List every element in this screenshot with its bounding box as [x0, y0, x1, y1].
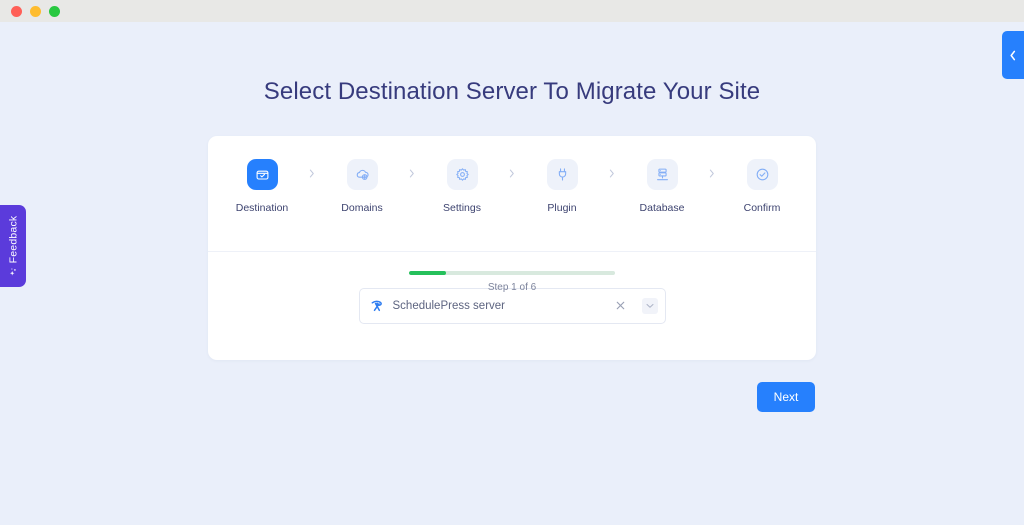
next-button[interactable]: Next: [757, 382, 815, 412]
step-domains[interactable]: Domains: [325, 159, 399, 214]
page-title: Select Destination Server To Migrate You…: [263, 78, 761, 105]
sidebar-collapse-tab[interactable]: [1002, 31, 1024, 79]
feedback-tab-label: Feedback: [7, 215, 19, 264]
wizard-progress: Step 1 of 6: [409, 271, 615, 293]
server-check-icon: [246, 159, 278, 190]
step-separator: [599, 159, 625, 178]
step-separator: [299, 159, 325, 178]
window-maximize-button[interactable]: [49, 5, 60, 17]
sparkle-icon: [9, 267, 18, 276]
step-label: Settings: [443, 202, 481, 214]
check-circle-icon: [746, 159, 778, 190]
progress-track: [409, 271, 615, 275]
step-separator: [499, 159, 525, 178]
cloud-globe-icon: [346, 159, 378, 190]
step-plugin[interactable]: Plugin: [525, 159, 599, 214]
window-close-button[interactable]: [11, 5, 22, 17]
step-separator: [699, 159, 725, 178]
progress-label: Step 1 of 6: [487, 282, 537, 293]
migration-wizard-card: Destination Domains Settings Plugin Data…: [208, 136, 816, 360]
feedback-tab[interactable]: Feedback: [0, 205, 26, 287]
step-separator: [399, 159, 425, 178]
step-settings[interactable]: Settings: [425, 159, 499, 214]
chevron-down-icon[interactable]: [641, 297, 658, 314]
wizard-stepper: Destination Domains Settings Plugin Data…: [208, 136, 816, 252]
progress-fill: [409, 271, 447, 275]
step-database[interactable]: Database: [625, 159, 699, 214]
close-icon[interactable]: [614, 299, 628, 313]
plug-icon: [546, 159, 578, 190]
window-titlebar: [0, 0, 1024, 22]
page-canvas: Feedback Select Destination Server To Mi…: [0, 22, 1024, 525]
gear-icon: [446, 159, 478, 190]
step-label: Destination: [235, 202, 289, 214]
window-minimize-button[interactable]: [30, 5, 41, 17]
step-destination[interactable]: Destination: [225, 159, 299, 214]
chevron-left-icon: [1009, 50, 1017, 61]
step-label: Confirm: [743, 202, 781, 214]
card-body: SchedulePress server: [208, 252, 816, 359]
destination-server-value: SchedulePress server: [392, 299, 506, 312]
step-label: Database: [639, 202, 685, 214]
database-icon: [646, 159, 678, 190]
step-label: Domains: [341, 202, 383, 214]
step-label: Plugin: [547, 202, 577, 214]
schedulepress-logo-icon: [370, 298, 385, 313]
step-confirm[interactable]: Confirm: [725, 159, 799, 214]
